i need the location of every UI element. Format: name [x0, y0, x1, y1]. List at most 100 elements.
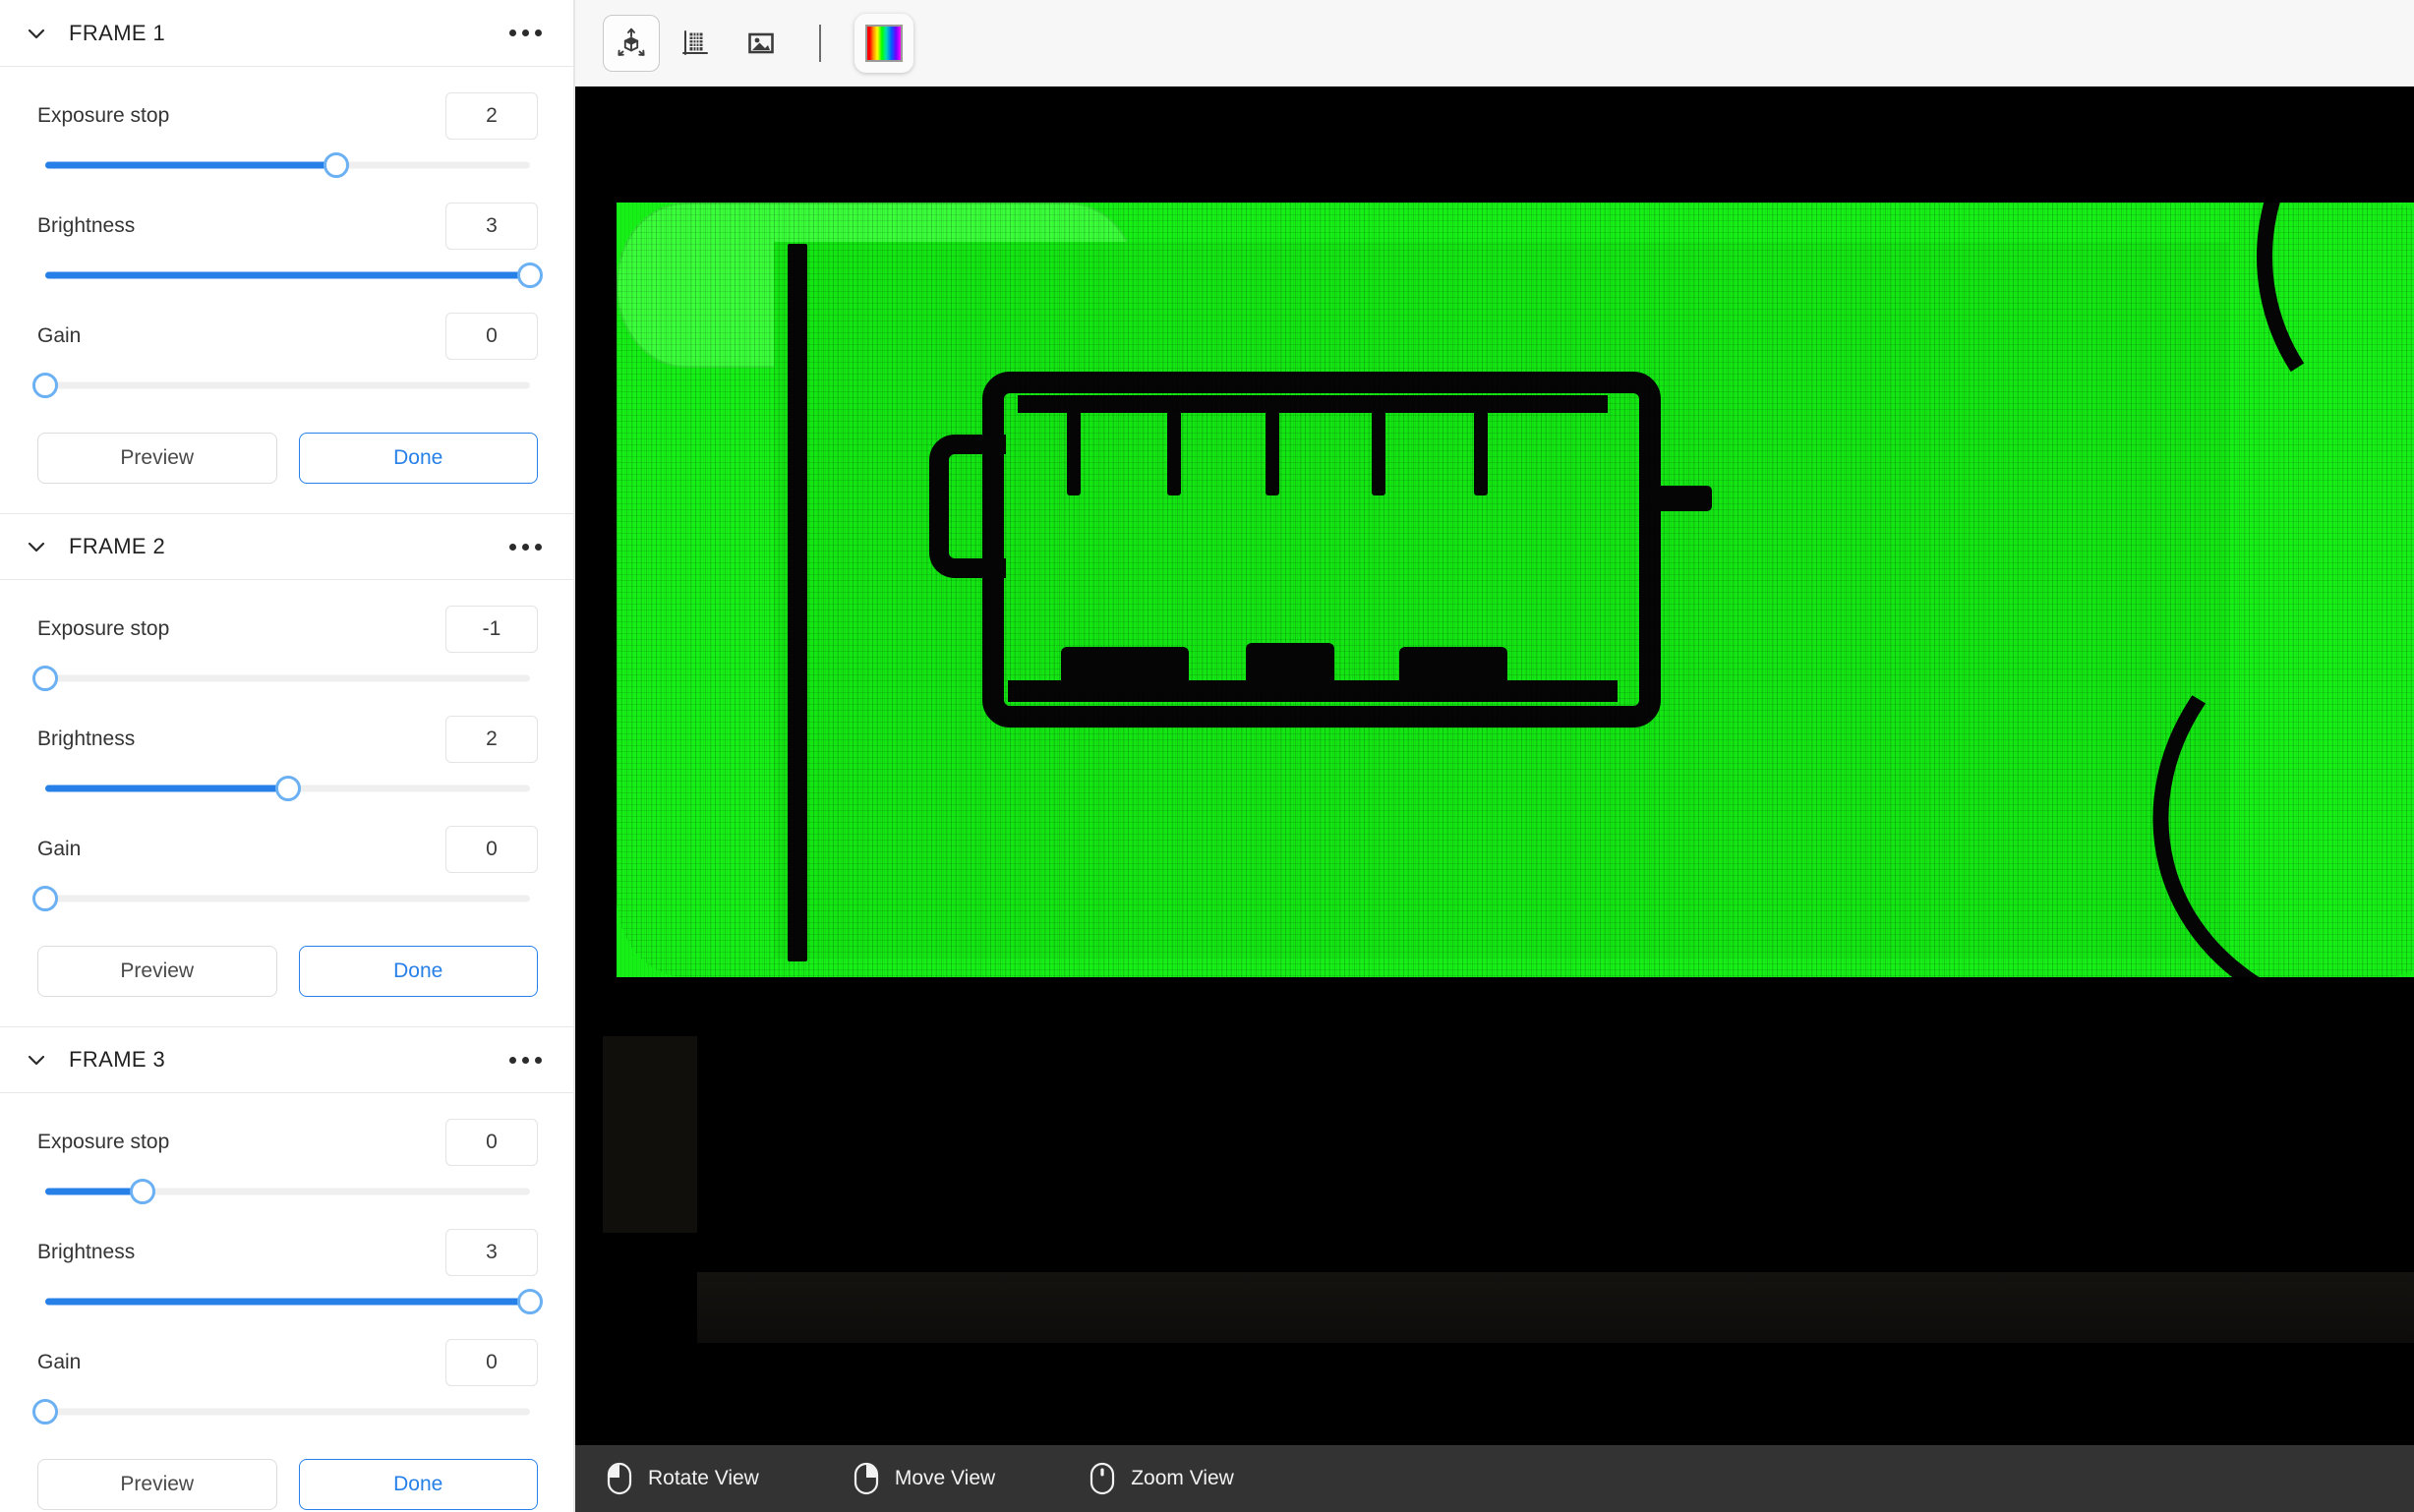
scan-depth-plane — [617, 203, 2414, 977]
frame-header-1[interactable]: FRAME 1 — [0, 0, 573, 67]
brightness-input[interactable]: 2 — [445, 716, 538, 763]
scan-detail-block — [1061, 647, 1189, 690]
ellipsis-icon[interactable] — [503, 534, 548, 560]
slider-thumb[interactable] — [517, 1289, 543, 1314]
control-label: Exposure stop — [37, 104, 170, 127]
scan-arc-lower — [2102, 508, 2414, 977]
preview-button[interactable]: Preview — [37, 946, 277, 997]
viewport-statusbar: Rotate View Move View Zoom View — [575, 1445, 2414, 1512]
3d-scan-canvas[interactable] — [575, 87, 2414, 1445]
slider-thumb[interactable] — [274, 776, 301, 801]
control-label: Exposure stop — [37, 1131, 170, 1153]
scan-detail-block — [1399, 647, 1507, 692]
control-label: Gain — [37, 838, 82, 860]
frame-actions: Preview Done — [37, 433, 538, 484]
slider-thumb[interactable] — [129, 1179, 155, 1204]
slider-fill — [45, 1188, 143, 1195]
3d-axes-cube-icon[interactable] — [603, 14, 660, 72]
chevron-down-icon[interactable] — [22, 19, 51, 48]
chevron-down-icon[interactable] — [22, 1045, 51, 1075]
scanned-device-bottom-bar — [1008, 680, 1618, 702]
status-zoom-view[interactable]: Zoom View — [1089, 1462, 1234, 1495]
scanned-device-nub — [1651, 486, 1712, 511]
viewport-panel: Rotate View Move View Zoom View — [575, 0, 2414, 1512]
status-move-view[interactable]: Move View — [854, 1462, 995, 1495]
mouse-left-button-icon — [607, 1462, 632, 1495]
ellipsis-icon[interactable] — [503, 1047, 548, 1074]
slider-thumb[interactable] — [32, 373, 58, 398]
gain-slider[interactable] — [32, 1392, 538, 1431]
gain-input[interactable]: 0 — [445, 313, 538, 360]
frame-title: FRAME 1 — [69, 20, 166, 45]
mouse-right-button-icon — [854, 1462, 879, 1495]
slider-thumb[interactable] — [323, 152, 349, 178]
chevron-down-icon[interactable] — [22, 532, 51, 561]
slider-thumb[interactable] — [32, 1399, 58, 1425]
scan-shadow-strip — [697, 1272, 2414, 1343]
ellipsis-icon[interactable] — [503, 20, 548, 46]
slider-track — [45, 1188, 530, 1195]
status-label: Move View — [894, 1467, 996, 1489]
frame-panel-1: FRAME 1 Exposure stop 2 Brightness 3 Gai… — [0, 0, 573, 513]
toolbar-divider — [819, 24, 821, 62]
exposure-stop-slider[interactable] — [37, 145, 538, 185]
scanned-device-top-bar — [1018, 395, 1608, 413]
frame-panel-3: FRAME 3 Exposure stop 0 Brightness 3 Gai… — [0, 1026, 573, 1512]
done-button[interactable]: Done — [298, 946, 538, 997]
scan-shadow-block — [603, 1036, 697, 1233]
status-rotate-view[interactable]: Rotate View — [607, 1462, 759, 1495]
done-button[interactable]: Done — [298, 433, 538, 484]
preview-button[interactable]: Preview — [37, 1459, 277, 1510]
gain-input[interactable]: 0 — [445, 1339, 538, 1386]
image-icon[interactable] — [733, 15, 790, 72]
gain-slider[interactable] — [32, 366, 538, 405]
control-exposure-stop: Exposure stop -1 — [32, 602, 538, 698]
slider-fill — [45, 271, 530, 279]
control-brightness: Brightness 3 — [37, 1225, 543, 1321]
exposure-stop-slider[interactable] — [32, 659, 538, 698]
slider-fill — [45, 785, 288, 792]
gain-slider[interactable] — [32, 879, 538, 918]
slider-track — [45, 895, 530, 902]
scan-arc-thin — [2348, 469, 2414, 880]
exposure-stop-slider[interactable] — [37, 1172, 538, 1211]
slider-track — [45, 161, 530, 169]
frame-body-3: Exposure stop 0 Brightness 3 Gain 0 Prev… — [0, 1093, 573, 1512]
preview-button[interactable]: Preview — [37, 433, 277, 484]
slider-thumb[interactable] — [32, 886, 58, 911]
control-gain: Gain 0 — [32, 1335, 538, 1431]
scan-detail-slot — [1167, 411, 1181, 495]
frame-header-3[interactable]: FRAME 3 — [0, 1026, 573, 1093]
rainbow-color-ramp-icon[interactable] — [854, 13, 913, 73]
scan-detail-slot — [1474, 411, 1488, 495]
frame-panel-2: FRAME 2 Exposure stop -1 Brightness 2 Ga… — [0, 513, 573, 1026]
gain-input[interactable]: 0 — [445, 826, 538, 873]
exposure-stop-input[interactable]: -1 — [445, 606, 538, 653]
scanned-device-handle — [929, 435, 1006, 578]
brightness-slider[interactable] — [37, 1282, 543, 1321]
control-label: Brightness — [37, 214, 136, 237]
app-root: FRAME 1 Exposure stop 2 Brightness 3 Gai… — [0, 0, 2414, 1512]
exposure-stop-input[interactable]: 2 — [445, 92, 538, 140]
sidebar-scroll-region[interactable]: FRAME 1 Exposure stop 2 Brightness 3 Gai… — [0, 0, 573, 1512]
control-label: Exposure stop — [37, 617, 170, 640]
control-label: Gain — [37, 1351, 82, 1373]
frame-header-2[interactable]: FRAME 2 — [0, 513, 573, 580]
frame-actions: Preview Done — [37, 1459, 538, 1510]
slider-thumb[interactable] — [32, 666, 58, 691]
scan-detail-slot — [1372, 411, 1385, 495]
frame-title: FRAME 2 — [69, 534, 166, 558]
color-ramp-swatch — [865, 24, 903, 62]
brightness-slider[interactable] — [37, 256, 543, 295]
control-label: Gain — [37, 324, 82, 347]
slider-thumb[interactable] — [517, 262, 543, 288]
slider-track — [45, 674, 530, 682]
control-gain: Gain 0 — [32, 309, 538, 405]
done-button[interactable]: Done — [298, 1459, 538, 1510]
brightness-input[interactable]: 3 — [445, 203, 538, 250]
brightness-input[interactable]: 3 — [445, 1229, 538, 1276]
brightness-slider[interactable] — [37, 769, 538, 808]
exposure-stop-input[interactable]: 0 — [445, 1119, 538, 1166]
grid-plot-icon[interactable] — [668, 15, 725, 72]
viewport-toolbar — [575, 0, 2414, 87]
